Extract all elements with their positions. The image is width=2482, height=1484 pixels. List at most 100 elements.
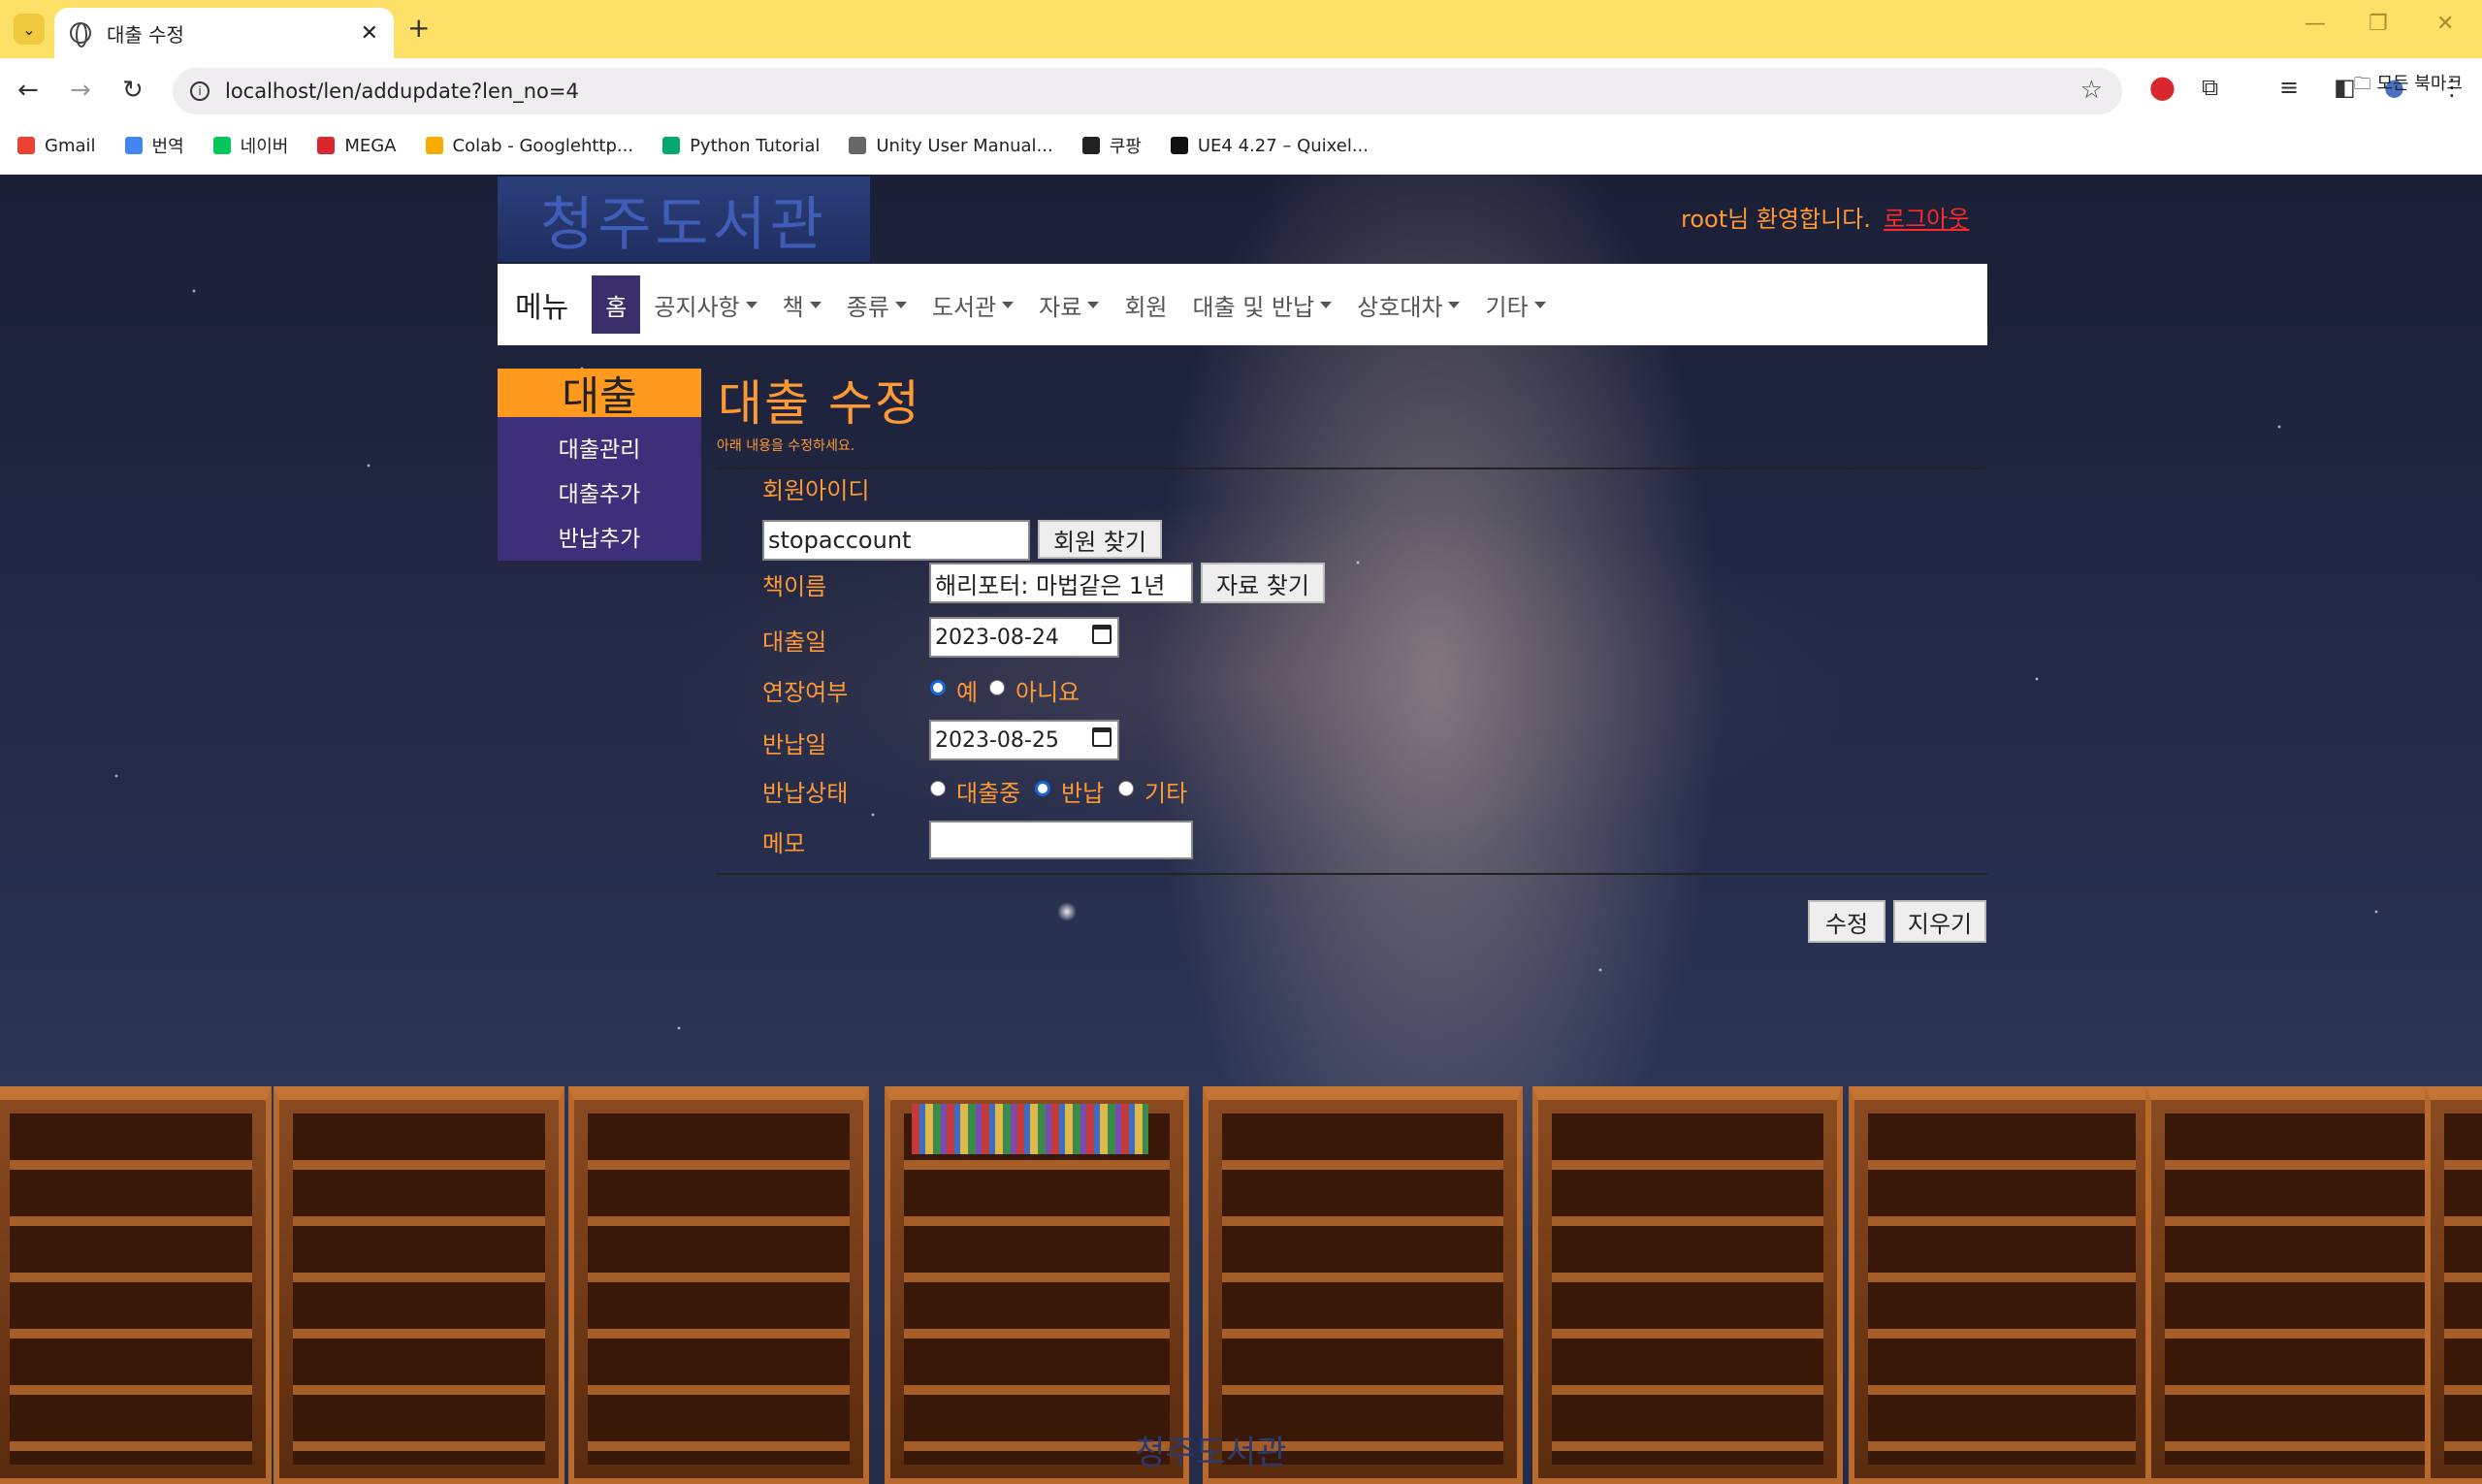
all-bookmarks-folder[interactable]: 🗀 모든 북마크 bbox=[2354, 70, 2463, 101]
restore-icon[interactable]: ❐ bbox=[2369, 12, 2388, 36]
calendar-icon[interactable] bbox=[1092, 727, 1112, 747]
bookmark-label: 번역 bbox=[151, 137, 184, 157]
clear-button[interactable]: 지우기 bbox=[1893, 900, 1986, 943]
caret-down-icon bbox=[809, 301, 822, 308]
return-date-label: 반납일 bbox=[762, 731, 827, 758]
bookmark-item[interactable]: 네이버 bbox=[212, 133, 289, 158]
submit-button[interactable]: 수정 bbox=[1808, 900, 1886, 943]
minimize-icon[interactable]: — bbox=[2305, 12, 2326, 36]
site-info-icon[interactable]: i bbox=[190, 81, 210, 101]
menu-item[interactable]: 회원 bbox=[1124, 288, 1167, 322]
find-book-button[interactable]: 자료 찾기 bbox=[1201, 563, 1325, 603]
find-member-button[interactable]: 회원 찾기 bbox=[1038, 520, 1162, 559]
site-logo[interactable]: 청주도서관 bbox=[498, 177, 870, 262]
caret-down-icon bbox=[894, 301, 907, 308]
member-id-input[interactable]: stopaccount bbox=[762, 520, 1030, 561]
menu-item[interactable]: 도서관 bbox=[931, 288, 1015, 322]
bookmarks-bar: Gmail 번역 네이버 MEGA Colab - Googlehttp... Pytho… bbox=[0, 122, 2482, 169]
unity-icon bbox=[849, 137, 867, 154]
bookshelf bbox=[0, 1086, 272, 1484]
gmail-icon bbox=[17, 137, 35, 154]
books-on-shelf bbox=[912, 1104, 1148, 1154]
menu-item-label: 책 bbox=[782, 293, 804, 321]
extension-no-label: 아니요 bbox=[1015, 679, 1080, 706]
book-name-input[interactable]: 해리포터: 마법같은 1년 bbox=[929, 563, 1193, 603]
loan-date-label: 대출일 bbox=[762, 629, 827, 656]
mega-icon bbox=[317, 137, 336, 154]
caret-down-icon bbox=[1320, 301, 1333, 308]
memo-input[interactable] bbox=[929, 821, 1193, 859]
forward-icon[interactable]: → bbox=[70, 76, 91, 105]
bookmark-item[interactable]: Unity User Manual... bbox=[849, 136, 1053, 156]
menu-item[interactable]: 홈 bbox=[592, 275, 641, 334]
tab-title: 대출 수정 bbox=[107, 22, 184, 47]
opera-extension-icon[interactable]: ⬤ bbox=[2149, 74, 2176, 101]
menu-item-label: 대출 및 반납 bbox=[1192, 293, 1315, 321]
bookmark-item[interactable]: MEGA bbox=[317, 136, 397, 156]
extensions-icon[interactable]: ⧉ bbox=[2202, 74, 2218, 101]
welcome-text: root님 환영합니다. bbox=[1681, 206, 1871, 233]
extension-no-radio[interactable] bbox=[989, 680, 1005, 695]
menu-item[interactable]: 종류 bbox=[847, 288, 907, 322]
close-tab-icon[interactable]: ✕ bbox=[361, 21, 378, 46]
address-bar[interactable]: i localhost/len/addupdate?len_no=4 ☆ bbox=[173, 68, 2122, 114]
menu-item-label: 상호대차 bbox=[1357, 293, 1443, 321]
extension-yes-radio[interactable] bbox=[930, 680, 946, 695]
memo-label: 메모 bbox=[762, 830, 806, 857]
book-name-label: 책이름 bbox=[762, 573, 827, 600]
caret-down-icon bbox=[1448, 301, 1461, 308]
menu-item[interactable]: 공지사항 bbox=[654, 288, 757, 322]
logout-link[interactable]: 로그아웃 bbox=[1884, 200, 1969, 234]
menu-item[interactable]: 책 bbox=[783, 288, 822, 322]
new-tab-icon[interactable]: + bbox=[407, 12, 430, 44]
reload-icon[interactable]: ↻ bbox=[122, 76, 144, 105]
sidebar-item-return-add[interactable]: 반납추가 bbox=[498, 514, 701, 559]
back-icon[interactable]: ← bbox=[17, 76, 39, 105]
menu-item[interactable]: 상호대차 bbox=[1357, 288, 1461, 322]
loan-date-input[interactable]: 2023-08-24 bbox=[929, 617, 1119, 658]
bookshelf bbox=[1532, 1086, 1843, 1484]
sidebar-item-loan-manage[interactable]: 대출관리 bbox=[498, 425, 701, 469]
bookmark-label: 네이버 bbox=[240, 137, 289, 157]
bookmark-item[interactable]: Gmail bbox=[17, 136, 96, 156]
bookmark-star-icon[interactable]: ☆ bbox=[2080, 76, 2103, 105]
translate-icon bbox=[124, 137, 143, 154]
menu-item-label: 회원 bbox=[1124, 293, 1168, 321]
bookmark-item[interactable]: UE4 4.27 – Quixel... bbox=[1170, 135, 1370, 156]
bookmark-item[interactable]: 쿠팡 bbox=[1081, 133, 1142, 158]
menu-item[interactable]: 대출 및 반납 bbox=[1192, 288, 1333, 322]
window-close-icon[interactable]: ✕ bbox=[2436, 12, 2454, 36]
bookmark-label: Gmail bbox=[45, 135, 96, 156]
tab-search-chevron-icon[interactable]: ⌄ bbox=[14, 14, 45, 45]
sidebar-menu: 대출관리 대출추가 반납추가 bbox=[498, 417, 701, 561]
caret-down-icon bbox=[1533, 301, 1546, 308]
media-control-icon[interactable]: ≡ bbox=[2279, 74, 2299, 101]
status-on-loan-radio[interactable] bbox=[930, 781, 946, 796]
bookmark-label: UE4 4.27 – Quixel... bbox=[1197, 135, 1370, 156]
sidebar-heading: 대출 bbox=[498, 369, 701, 420]
menu-item[interactable]: 기타 bbox=[1485, 288, 1546, 322]
menu-brand[interactable]: 메뉴 bbox=[515, 283, 568, 326]
browser-tab[interactable]: 대출 수정 ✕ bbox=[54, 8, 394, 58]
calendar-icon[interactable] bbox=[1092, 625, 1112, 644]
bookshelf bbox=[274, 1086, 564, 1484]
status-returned-radio[interactable] bbox=[1035, 781, 1050, 796]
status-on-loan-label: 대출중 bbox=[956, 780, 1021, 807]
page-subtitle: 아래 내용을 수정하세요. bbox=[717, 438, 855, 454]
member-id-label: 회원아이디 bbox=[762, 477, 870, 504]
page-content: 청주도서관 root님 환영합니다. 로그아웃 메뉴 홈 공지사항 책 종류 도서관 자료… bbox=[0, 175, 2482, 1484]
sidebar-item-loan-add[interactable]: 대출추가 bbox=[498, 469, 701, 514]
bookshelf bbox=[2425, 1086, 2482, 1484]
status-returned-label: 반납 bbox=[1061, 780, 1105, 807]
bookmark-item[interactable]: Colab - Googlehttp... bbox=[425, 136, 633, 156]
side-panel-icon[interactable]: ◧ bbox=[2334, 74, 2356, 101]
bookmark-item[interactable]: 번역 bbox=[124, 133, 184, 158]
bookmark-item[interactable]: Python Tutorial bbox=[662, 136, 820, 156]
return-date-input[interactable]: 2023-08-25 bbox=[929, 720, 1119, 760]
w3schools-icon bbox=[662, 137, 681, 154]
menu-item-label: 공지사항 bbox=[654, 293, 740, 321]
status-other-radio[interactable] bbox=[1118, 781, 1134, 796]
menu-item-label: 도서관 bbox=[931, 293, 997, 321]
menu-item[interactable]: 자료 bbox=[1039, 288, 1100, 322]
globe-icon bbox=[1081, 137, 1100, 154]
